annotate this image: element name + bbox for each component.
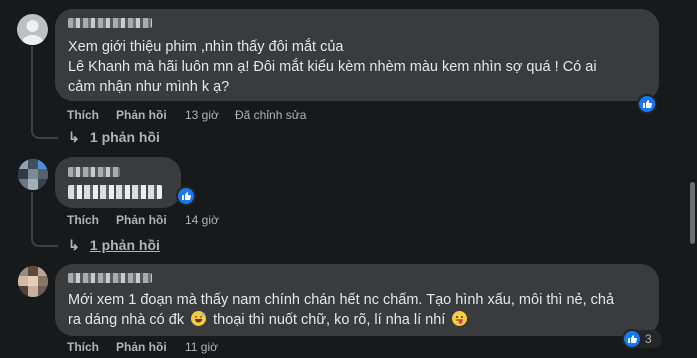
commenter-name[interactable] — [68, 18, 152, 28]
comment-text-line: Lê Khanh mà hãi luôn mn ạ! Đôi mắt kiểu … — [68, 59, 597, 75]
reply-button[interactable]: Phản hồi — [116, 213, 167, 227]
comment-bubble — [55, 157, 181, 208]
avatar-image — [18, 159, 48, 190]
comment-actions: Thích Phản hồi 11 giờ — [67, 340, 267, 356]
comment-actions: Thích Phản hồi 14 giờ — [67, 213, 267, 229]
thread-connector — [31, 46, 58, 139]
comment-text-line: cảm nhận như mình k ạ? — [68, 79, 230, 95]
blurred-comment-text — [68, 185, 162, 199]
like-reaction-icon — [622, 329, 642, 349]
like-button[interactable]: Thích — [67, 108, 99, 122]
timestamp[interactable]: 14 giờ — [185, 213, 219, 227]
like-icon — [628, 335, 637, 343]
reply-button[interactable]: Phản hồi — [116, 340, 167, 354]
like-icon — [643, 100, 652, 108]
thread-connector — [31, 192, 58, 247]
like-reaction-icon[interactable] — [637, 94, 657, 114]
commenter-name[interactable] — [68, 167, 120, 177]
edited-label: Đã chỉnh sửa — [235, 108, 307, 122]
comment-text-part: ra dáng nhà có đk — [68, 312, 185, 328]
avatar[interactable] — [17, 14, 48, 45]
default-avatar-icon — [21, 20, 44, 45]
avatar-image — [18, 266, 48, 297]
like-reaction-icon[interactable] — [176, 186, 196, 206]
reaction-count: 3 — [645, 332, 652, 346]
reply-arrow-icon: ↳ — [68, 129, 80, 145]
comment-bubble: Xem giới thiệu phim ,nhìn thấy đôi mắt c… — [55, 9, 659, 101]
scrollbar-thumb[interactable] — [690, 182, 695, 244]
comment-bubble: Mới xem 1 đoạn mà thấy nam chính chán hế… — [55, 264, 659, 336]
like-button[interactable]: Thích — [67, 340, 99, 354]
reply-arrow-icon: ↳ — [68, 237, 80, 253]
view-replies-link[interactable]: ↳ 1 phản hồi — [68, 237, 160, 254]
reactions-summary[interactable]: 3 — [622, 329, 662, 349]
reply-button[interactable]: Phản hồi — [116, 108, 167, 122]
comment-actions: Thích Phản hồi 13 giờ Đã chỉnh sửa — [67, 108, 367, 124]
laugh-sweat-emoji — [191, 311, 207, 326]
like-button[interactable]: Thích — [67, 213, 99, 227]
comment-text-part: thoại thì nuốt chữ, ko rõ, lí nha lí nhí — [213, 312, 446, 328]
view-replies-link[interactable]: ↳ 1 phản hồi — [68, 129, 160, 146]
timestamp[interactable]: 13 giờ — [185, 108, 219, 122]
reply-count: 1 phản hồi — [89, 129, 160, 145]
tongue-emoji — [452, 311, 468, 326]
comment-text-line: Mới xem 1 đoạn mà thấy nam chính chán hế… — [68, 292, 615, 308]
comment-text-line: Xem giới thiệu phim ,nhìn thấy đôi mắt c… — [68, 39, 344, 55]
timestamp[interactable]: 11 giờ — [185, 340, 218, 354]
reply-count: 1 phản hồi — [89, 237, 160, 253]
avatar[interactable] — [18, 266, 48, 297]
commenter-name[interactable] — [68, 273, 152, 283]
avatar[interactable] — [18, 159, 48, 190]
like-icon — [182, 192, 191, 200]
comment-text-line-2: ra dáng nhà có đk thoại thì nuốt chữ, ko… — [68, 311, 468, 330]
